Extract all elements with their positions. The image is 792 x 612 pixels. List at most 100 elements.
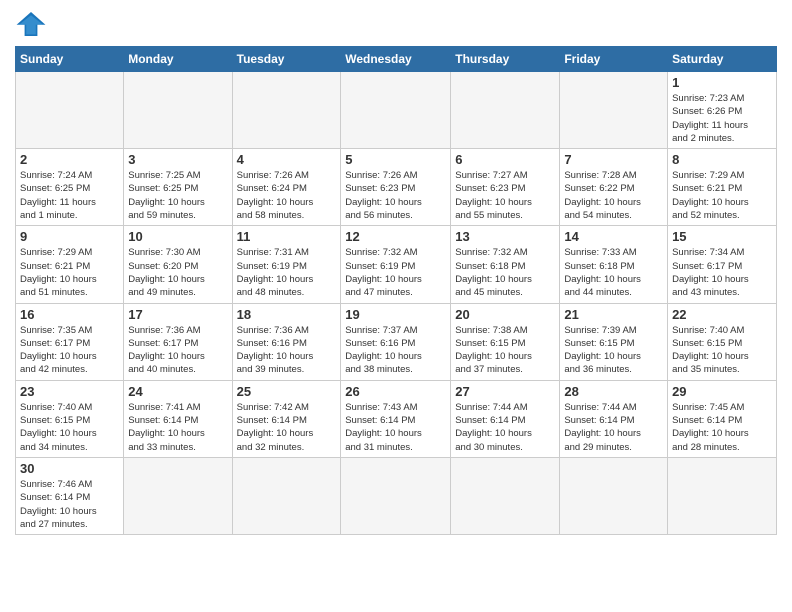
day-info: Sunrise: 7:33 AM Sunset: 6:18 PM Dayligh… bbox=[564, 246, 663, 299]
calendar-cell bbox=[560, 72, 668, 149]
day-info: Sunrise: 7:24 AM Sunset: 6:25 PM Dayligh… bbox=[20, 169, 119, 222]
day-number: 23 bbox=[20, 384, 119, 399]
calendar-cell: 22Sunrise: 7:40 AM Sunset: 6:15 PM Dayli… bbox=[668, 303, 777, 380]
calendar-cell: 7 Sunrise: 7:28 AM Sunset: 6:22 PM Daylig… bbox=[560, 149, 668, 226]
day-number: 2 bbox=[20, 152, 119, 167]
calendar-cell: 4 Sunrise: 7:26 AM Sunset: 6:24 PM Daylig… bbox=[232, 149, 341, 226]
day-number: 27 bbox=[455, 384, 555, 399]
calendar-cell bbox=[341, 457, 451, 534]
day-number: 17 bbox=[128, 307, 227, 322]
calendar-cell: 27 Sunrise: 7:44 AM Sunset: 6:14 PM Dayli… bbox=[451, 380, 560, 457]
day-info: Sunrise: 7:30 AM Sunset: 6:20 PM Dayligh… bbox=[128, 246, 227, 299]
day-number: 5 bbox=[345, 152, 446, 167]
calendar-cell: 11 Sunrise: 7:31 AM Sunset: 6:19 PM Dayli… bbox=[232, 226, 341, 303]
day-info: Sunrise: 7:25 AM Sunset: 6:25 PM Dayligh… bbox=[128, 169, 227, 222]
calendar-cell: 19 Sunrise: 7:37 AM Sunset: 6:16 PM Dayli… bbox=[341, 303, 451, 380]
day-info: Sunrise: 7:46 AM Sunset: 6:14 PM Dayligh… bbox=[20, 478, 119, 531]
calendar-cell: 28Sunrise: 7:44 AM Sunset: 6:14 PM Dayli… bbox=[560, 380, 668, 457]
calendar-cell bbox=[16, 72, 124, 149]
calendar-cell: 8Sunrise: 7:29 AM Sunset: 6:21 PM Daylig… bbox=[668, 149, 777, 226]
calendar-cell: 24 Sunrise: 7:41 AM Sunset: 6:14 PM Dayli… bbox=[124, 380, 232, 457]
day-number: 29 bbox=[672, 384, 772, 399]
calendar-cell bbox=[124, 72, 232, 149]
day-info: Sunrise: 7:37 AM Sunset: 6:16 PM Dayligh… bbox=[345, 324, 446, 377]
calendar-cell: 17 Sunrise: 7:36 AM Sunset: 6:17 PM Dayli… bbox=[124, 303, 232, 380]
calendar-week-1: 2 Sunrise: 7:24 AM Sunset: 6:25 PM Daylig… bbox=[16, 149, 777, 226]
day-info: Sunrise: 7:36 AM Sunset: 6:17 PM Dayligh… bbox=[128, 324, 227, 377]
calendar-cell: 9 Sunrise: 7:29 AM Sunset: 6:21 PM Daylig… bbox=[16, 226, 124, 303]
day-info: Sunrise: 7:39 AM Sunset: 6:15 PM Dayligh… bbox=[564, 324, 663, 377]
calendar-cell bbox=[341, 72, 451, 149]
calendar-cell bbox=[232, 457, 341, 534]
calendar-cell: 20 Sunrise: 7:38 AM Sunset: 6:15 PM Dayli… bbox=[451, 303, 560, 380]
weekday-header-friday: Friday bbox=[560, 47, 668, 72]
calendar-table: SundayMondayTuesdayWednesdayThursdayFrid… bbox=[15, 46, 777, 535]
day-number: 16 bbox=[20, 307, 119, 322]
day-info: Sunrise: 7:35 AM Sunset: 6:17 PM Dayligh… bbox=[20, 324, 119, 377]
day-info: Sunrise: 7:40 AM Sunset: 6:15 PM Dayligh… bbox=[20, 401, 119, 454]
calendar-week-3: 16 Sunrise: 7:35 AM Sunset: 6:17 PM Dayli… bbox=[16, 303, 777, 380]
day-info: Sunrise: 7:31 AM Sunset: 6:19 PM Dayligh… bbox=[237, 246, 337, 299]
day-number: 9 bbox=[20, 229, 119, 244]
day-number: 24 bbox=[128, 384, 227, 399]
calendar-cell: 21Sunrise: 7:39 AM Sunset: 6:15 PM Dayli… bbox=[560, 303, 668, 380]
calendar-cell: 26Sunrise: 7:43 AM Sunset: 6:14 PM Dayli… bbox=[341, 380, 451, 457]
calendar-cell: 14 Sunrise: 7:33 AM Sunset: 6:18 PM Dayli… bbox=[560, 226, 668, 303]
logo-icon bbox=[15, 10, 47, 38]
day-number: 4 bbox=[237, 152, 337, 167]
calendar-cell: 18Sunrise: 7:36 AM Sunset: 6:16 PM Dayli… bbox=[232, 303, 341, 380]
weekday-header-sunday: Sunday bbox=[16, 47, 124, 72]
calendar-cell bbox=[232, 72, 341, 149]
calendar-cell bbox=[668, 457, 777, 534]
day-info: Sunrise: 7:36 AM Sunset: 6:16 PM Dayligh… bbox=[237, 324, 337, 377]
day-info: Sunrise: 7:38 AM Sunset: 6:15 PM Dayligh… bbox=[455, 324, 555, 377]
day-number: 8 bbox=[672, 152, 772, 167]
day-info: Sunrise: 7:28 AM Sunset: 6:22 PM Dayligh… bbox=[564, 169, 663, 222]
day-number: 7 bbox=[564, 152, 663, 167]
header bbox=[15, 10, 777, 38]
page: SundayMondayTuesdayWednesdayThursdayFrid… bbox=[0, 0, 792, 612]
day-number: 25 bbox=[237, 384, 337, 399]
day-info: Sunrise: 7:32 AM Sunset: 6:19 PM Dayligh… bbox=[345, 246, 446, 299]
weekday-header-row: SundayMondayTuesdayWednesdayThursdayFrid… bbox=[16, 47, 777, 72]
day-info: Sunrise: 7:44 AM Sunset: 6:14 PM Dayligh… bbox=[455, 401, 555, 454]
day-info: Sunrise: 7:41 AM Sunset: 6:14 PM Dayligh… bbox=[128, 401, 227, 454]
weekday-header-saturday: Saturday bbox=[668, 47, 777, 72]
calendar-cell: 6Sunrise: 7:27 AM Sunset: 6:23 PM Daylig… bbox=[451, 149, 560, 226]
calendar-cell bbox=[451, 72, 560, 149]
calendar-cell: 16 Sunrise: 7:35 AM Sunset: 6:17 PM Dayli… bbox=[16, 303, 124, 380]
day-number: 20 bbox=[455, 307, 555, 322]
calendar-cell: 29 Sunrise: 7:45 AM Sunset: 6:14 PM Dayli… bbox=[668, 380, 777, 457]
day-number: 6 bbox=[455, 152, 555, 167]
weekday-header-tuesday: Tuesday bbox=[232, 47, 341, 72]
day-number: 19 bbox=[345, 307, 446, 322]
calendar-cell: 3Sunrise: 7:25 AM Sunset: 6:25 PM Daylig… bbox=[124, 149, 232, 226]
logo bbox=[15, 10, 51, 38]
calendar-cell: 15 Sunrise: 7:34 AM Sunset: 6:17 PM Dayli… bbox=[668, 226, 777, 303]
day-info: Sunrise: 7:43 AM Sunset: 6:14 PM Dayligh… bbox=[345, 401, 446, 454]
day-info: Sunrise: 7:26 AM Sunset: 6:24 PM Dayligh… bbox=[237, 169, 337, 222]
day-info: Sunrise: 7:23 AM Sunset: 6:26 PM Dayligh… bbox=[672, 92, 772, 145]
day-number: 10 bbox=[128, 229, 227, 244]
calendar-cell: 5 Sunrise: 7:26 AM Sunset: 6:23 PM Daylig… bbox=[341, 149, 451, 226]
calendar-week-0: 1Sunrise: 7:23 AM Sunset: 6:26 PM Daylig… bbox=[16, 72, 777, 149]
calendar-cell: 1Sunrise: 7:23 AM Sunset: 6:26 PM Daylig… bbox=[668, 72, 777, 149]
calendar-week-2: 9 Sunrise: 7:29 AM Sunset: 6:21 PM Daylig… bbox=[16, 226, 777, 303]
day-info: Sunrise: 7:26 AM Sunset: 6:23 PM Dayligh… bbox=[345, 169, 446, 222]
day-number: 14 bbox=[564, 229, 663, 244]
day-info: Sunrise: 7:29 AM Sunset: 6:21 PM Dayligh… bbox=[20, 246, 119, 299]
calendar-cell: 25 Sunrise: 7:42 AM Sunset: 6:14 PM Dayli… bbox=[232, 380, 341, 457]
day-info: Sunrise: 7:34 AM Sunset: 6:17 PM Dayligh… bbox=[672, 246, 772, 299]
day-number: 28 bbox=[564, 384, 663, 399]
calendar-cell: 30Sunrise: 7:46 AM Sunset: 6:14 PM Dayli… bbox=[16, 457, 124, 534]
weekday-header-wednesday: Wednesday bbox=[341, 47, 451, 72]
calendar-cell: 10 Sunrise: 7:30 AM Sunset: 6:20 PM Dayli… bbox=[124, 226, 232, 303]
weekday-header-monday: Monday bbox=[124, 47, 232, 72]
day-info: Sunrise: 7:32 AM Sunset: 6:18 PM Dayligh… bbox=[455, 246, 555, 299]
day-info: Sunrise: 7:42 AM Sunset: 6:14 PM Dayligh… bbox=[237, 401, 337, 454]
day-number: 11 bbox=[237, 229, 337, 244]
day-number: 15 bbox=[672, 229, 772, 244]
day-info: Sunrise: 7:45 AM Sunset: 6:14 PM Dayligh… bbox=[672, 401, 772, 454]
weekday-header-thursday: Thursday bbox=[451, 47, 560, 72]
calendar-week-5: 30Sunrise: 7:46 AM Sunset: 6:14 PM Dayli… bbox=[16, 457, 777, 534]
